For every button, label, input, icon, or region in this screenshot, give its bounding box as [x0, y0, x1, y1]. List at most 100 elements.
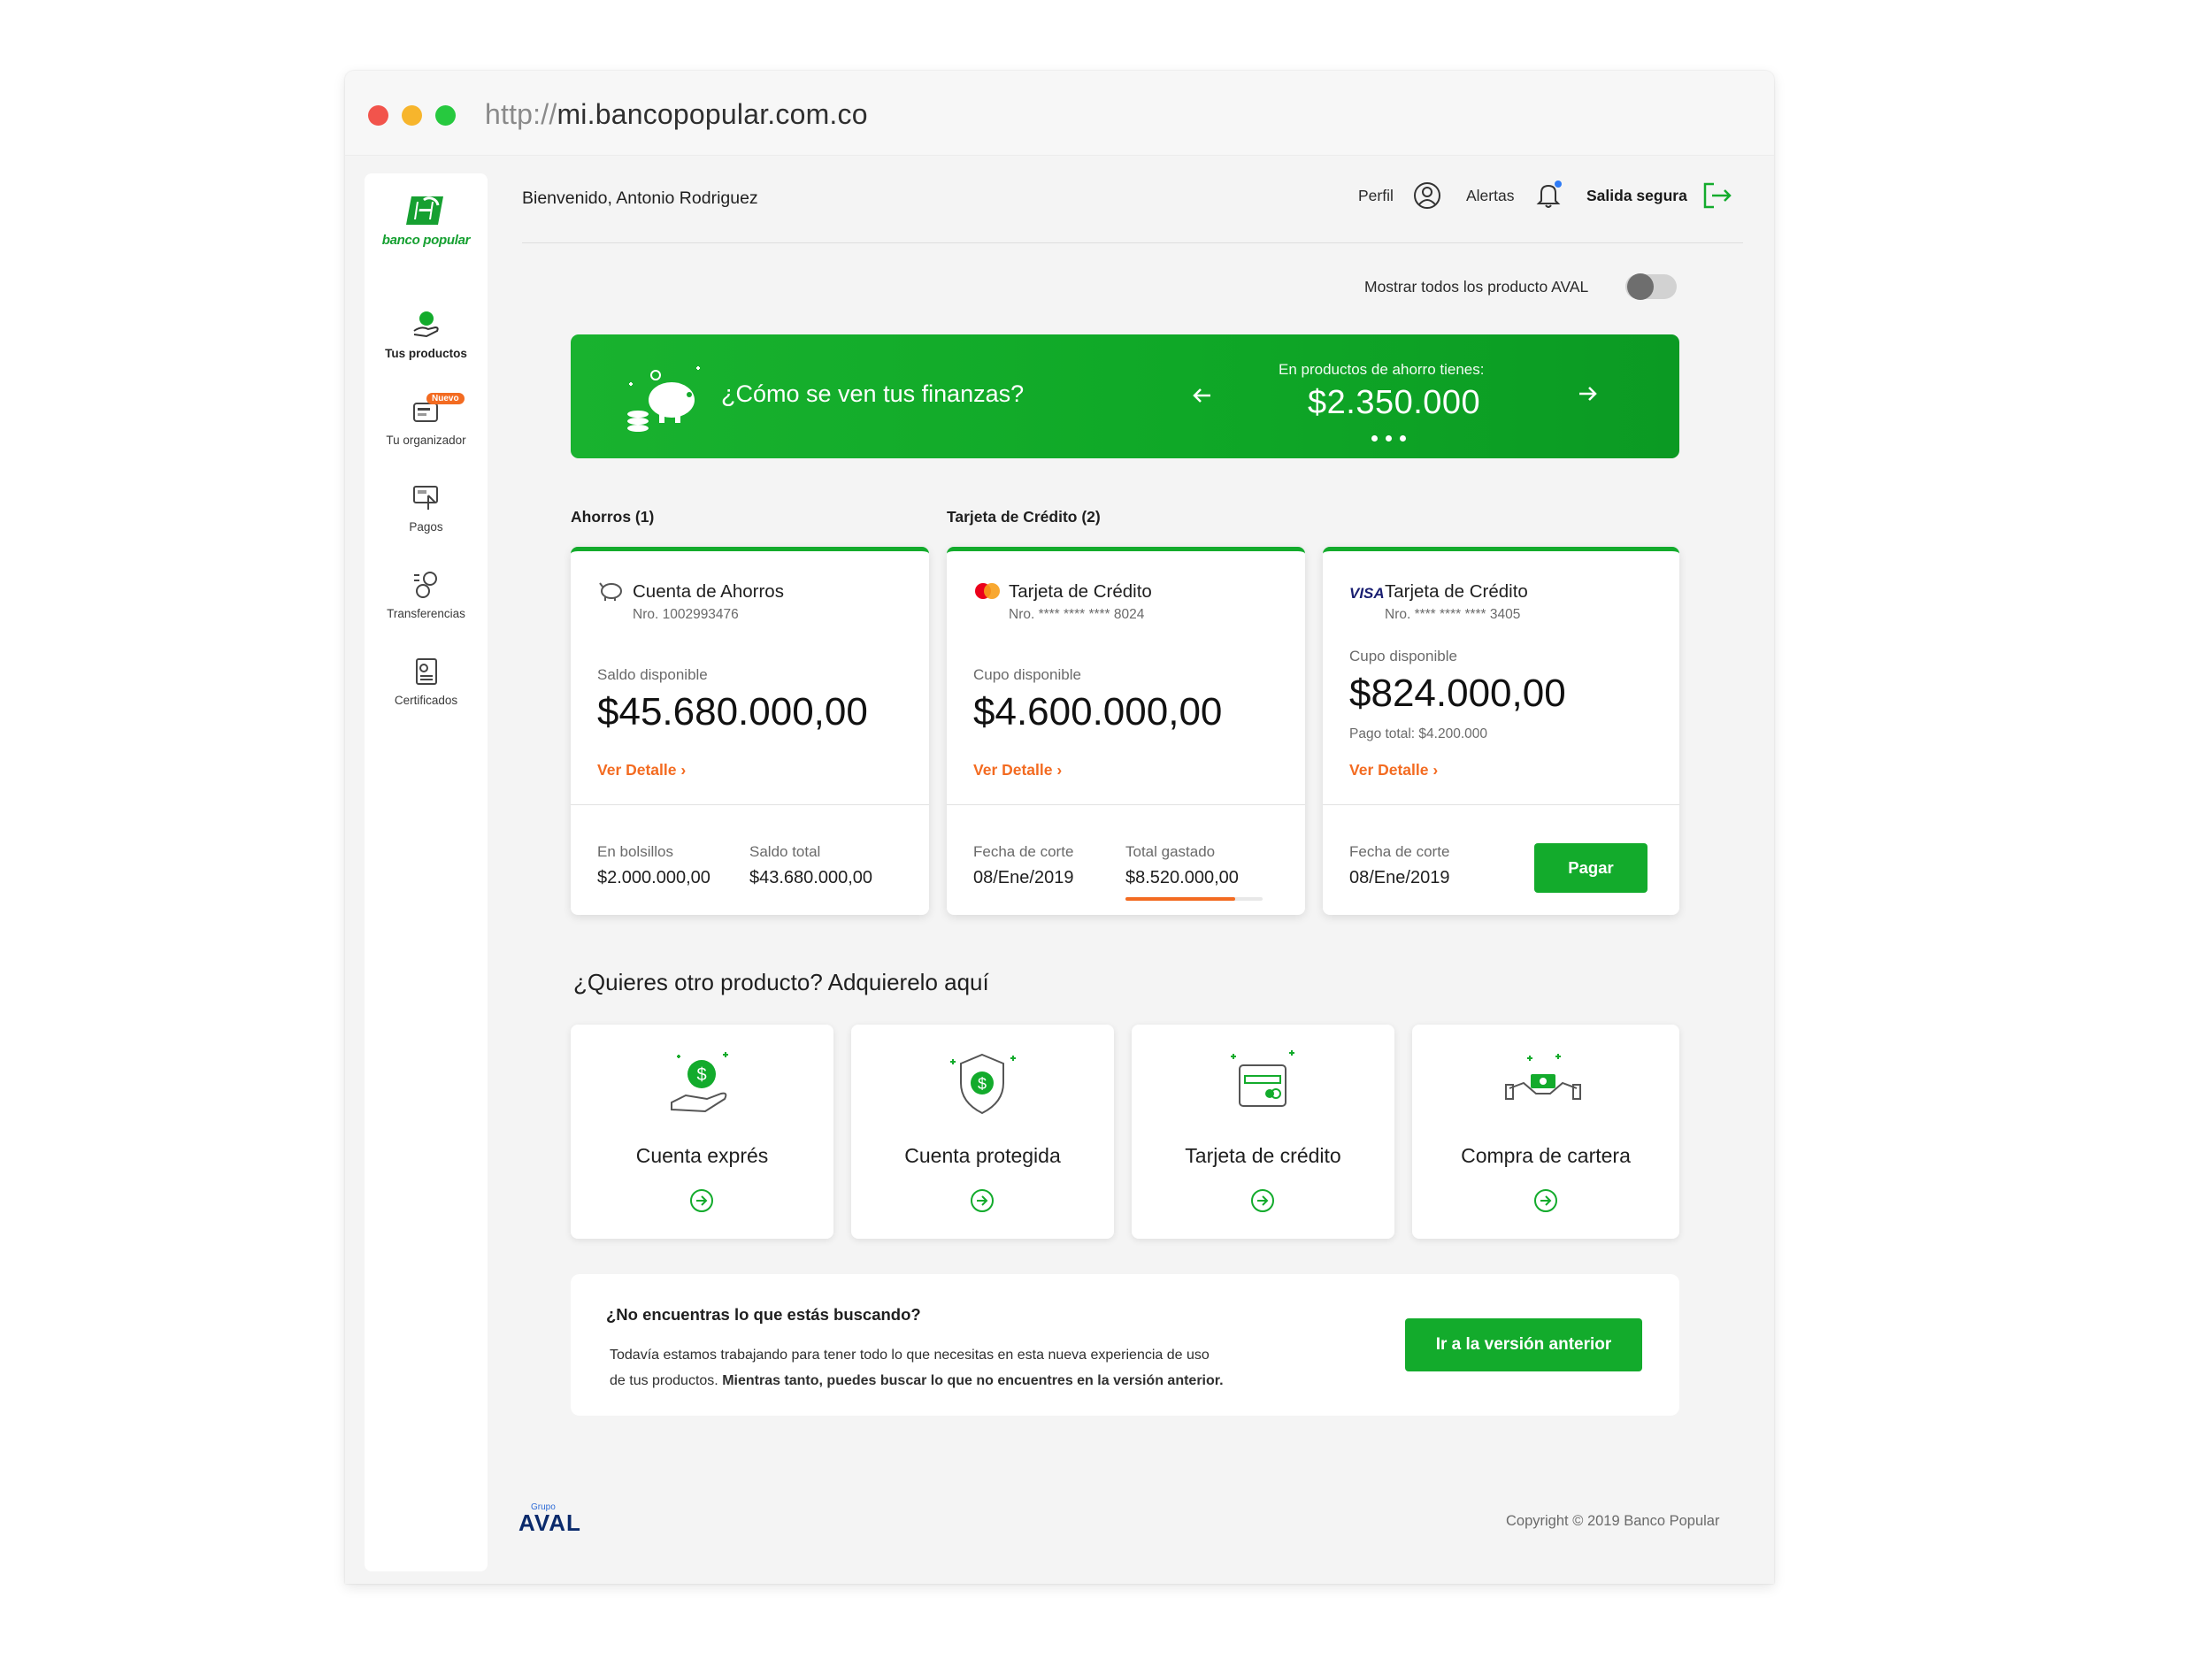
card-title: Tarjeta de Crédito	[1385, 581, 1528, 602]
spending-progress-bar	[1125, 897, 1263, 901]
sidebar-item-tus-productos[interactable]: Tus productos	[365, 310, 488, 360]
card-divider	[571, 804, 929, 805]
footer-label: Fecha de corte	[973, 843, 1074, 860]
svg-text:$: $	[696, 1065, 706, 1085]
banner-subtitle: En productos de ahorro tienes:	[1279, 361, 1485, 378]
carousel-dots[interactable]	[1371, 430, 1406, 446]
copyright-text: Copyright © 2019 Banco Popular	[1506, 1513, 1720, 1529]
product-label: Cuenta protegida	[904, 1144, 1061, 1167]
alerts-link[interactable]: Alertas	[1466, 187, 1514, 205]
balance-label: Cupo disponible	[1349, 648, 1457, 664]
sidebar-item-label: Tus productos	[385, 347, 467, 360]
footer-label: Saldo total	[749, 843, 821, 860]
help-title: ¿No encuentras lo que estás buscando?	[606, 1305, 921, 1324]
browser-titlebar: http://mi.bancopopular.com.co	[345, 71, 1774, 156]
offer-title: ¿Quieres otro producto? Adquierelo aquí	[573, 969, 989, 995]
detail-label: Ver Detalle	[1349, 761, 1429, 779]
balance-label: Saldo disponible	[597, 666, 708, 683]
close-window-dot[interactable]	[368, 105, 388, 126]
help-line-2b: Mientras tanto, puedes buscar lo que no …	[722, 1373, 1224, 1388]
footer-value: $2.000.000,00	[597, 868, 710, 887]
toggle-label: Mostrar todos los producto AVAL	[1364, 278, 1589, 296]
ver-detalle-link[interactable]: Ver Detalle ›	[597, 761, 686, 780]
help-text: Todavía estamos trabajando para tener to…	[610, 1342, 1282, 1394]
user-icon[interactable]	[1412, 180, 1442, 211]
card-title: Cuenta de Ahorros	[633, 581, 784, 602]
payment-screen-icon	[412, 486, 438, 510]
banco-popular-logo-icon	[405, 196, 443, 225]
credit-card-mastercard[interactable]: Tarjeta de Crédito Nro. **** **** **** 8…	[947, 547, 1305, 915]
balance-amount: $824.000,00	[1349, 672, 1566, 715]
balance-amount: $4.600.000,00	[973, 690, 1223, 733]
pay-button[interactable]: Pagar	[1534, 843, 1647, 893]
product-cuenta-protegida[interactable]: $ Cuenta protegida	[851, 1025, 1114, 1239]
logout-label: Salida segura	[1586, 187, 1687, 204]
certificate-icon	[415, 658, 437, 685]
savings-account-card[interactable]: Cuenta de Ahorros Nro. 1002993476 Saldo …	[571, 547, 929, 915]
sidebar-item-label: Transferencias	[387, 607, 465, 620]
new-badge: Nuevo	[426, 393, 465, 404]
arrow-circle-right-icon[interactable]	[688, 1187, 715, 1214]
arrow-circle-right-icon[interactable]	[1532, 1187, 1559, 1214]
profile-label: Perfil	[1358, 187, 1394, 204]
footer-label: En bolsillos	[597, 843, 673, 860]
shield-coin-illustration-icon: $	[950, 1053, 1016, 1115]
sidebar: banco popular Tus productos Nuevo Tu org…	[365, 173, 488, 1571]
arrow-right-icon[interactable]	[1576, 382, 1599, 405]
credit-section-label: Tarjeta de Crédito (2)	[947, 508, 1101, 526]
mastercard-icon	[975, 583, 1000, 599]
sidebar-item-label: Pagos	[409, 520, 443, 534]
product-compra-cartera[interactable]: Compra de cartera	[1412, 1025, 1679, 1239]
logout-link[interactable]: Salida segura	[1586, 187, 1687, 205]
help-panel: ¿No encuentras lo que estás buscando? To…	[571, 1274, 1679, 1416]
footer-value: $8.520.000,00	[1125, 868, 1239, 887]
arrow-circle-right-icon[interactable]	[969, 1187, 995, 1214]
footer-value: $43.680.000,00	[749, 868, 873, 887]
browser-window: http://mi.bancopopular.com.co banco popu…	[345, 71, 1774, 1584]
ver-detalle-link[interactable]: Ver Detalle ›	[973, 761, 1062, 780]
profile-link[interactable]: Perfil	[1358, 187, 1394, 205]
aval-label: AVAL	[518, 1509, 581, 1536]
arrow-circle-right-icon[interactable]	[1249, 1187, 1276, 1214]
url-protocol: http://	[485, 98, 557, 130]
svg-text:$: $	[978, 1075, 987, 1093]
sidebar-item-transferencias[interactable]: Transferencias	[365, 570, 488, 620]
footer-label: Fecha de corte	[1349, 843, 1450, 860]
card-number: Nro. **** **** **** 3405	[1385, 607, 1521, 622]
piggy-outline-icon	[599, 582, 622, 601]
bank-logo[interactable]: banco popular	[365, 193, 488, 248]
sidebar-item-tu-organizador[interactable]: Nuevo Tu organizador	[365, 393, 488, 447]
balance-amount: $45.680.000,00	[597, 690, 868, 733]
product-cuenta-expres[interactable]: $ Cuenta exprés	[571, 1025, 833, 1239]
card-divider	[947, 804, 1305, 805]
previous-version-button[interactable]: Ir a la versión anterior	[1405, 1318, 1642, 1371]
total-payment: Pago total: $4.200.000	[1349, 726, 1487, 741]
handshake-money-illustration-icon	[1505, 1054, 1581, 1100]
bell-icon[interactable]	[1533, 179, 1565, 211]
minimize-window-dot[interactable]	[402, 105, 422, 126]
piggy-bank-icon	[627, 366, 700, 432]
address-bar[interactable]: http://mi.bancopopular.com.co	[485, 98, 868, 131]
help-line-2a: de tus productos.	[610, 1373, 723, 1388]
maximize-window-dot[interactable]	[435, 105, 456, 126]
aval-products-toggle[interactable]	[1625, 273, 1677, 300]
logout-icon[interactable]	[1701, 180, 1733, 211]
product-label: Tarjeta de crédito	[1185, 1144, 1341, 1167]
sidebar-item-label: Tu organizador	[386, 434, 466, 447]
sidebar-item-certificados[interactable]: Certificados	[365, 657, 488, 707]
sidebar-item-pagos[interactable]: Pagos	[365, 483, 488, 534]
transfer-icon	[413, 572, 437, 598]
hand-coin-illustration-icon: $	[671, 1052, 728, 1113]
welcome-text: Bienvenido, Antonio Rodriguez	[522, 188, 758, 208]
url-host: mi.bancopopular.com.co	[557, 98, 868, 130]
spending-progress-fill	[1125, 897, 1235, 901]
sidebar-item-label: Certificados	[394, 694, 458, 707]
credit-card-visa[interactable]: VISA Tarjeta de Crédito Nro. **** **** *…	[1323, 547, 1679, 915]
product-tarjeta-credito[interactable]: Tarjeta de crédito	[1132, 1025, 1394, 1239]
card-number: Nro. **** **** **** 8024	[1009, 607, 1145, 622]
ver-detalle-link[interactable]: Ver Detalle ›	[1349, 761, 1438, 780]
arrow-left-icon[interactable]	[1191, 384, 1214, 407]
detail-label: Ver Detalle	[973, 761, 1053, 779]
footer-value: 08/Ene/2019	[973, 868, 1074, 887]
banner-question: ¿Cómo se ven tus finanzas?	[721, 380, 1025, 407]
